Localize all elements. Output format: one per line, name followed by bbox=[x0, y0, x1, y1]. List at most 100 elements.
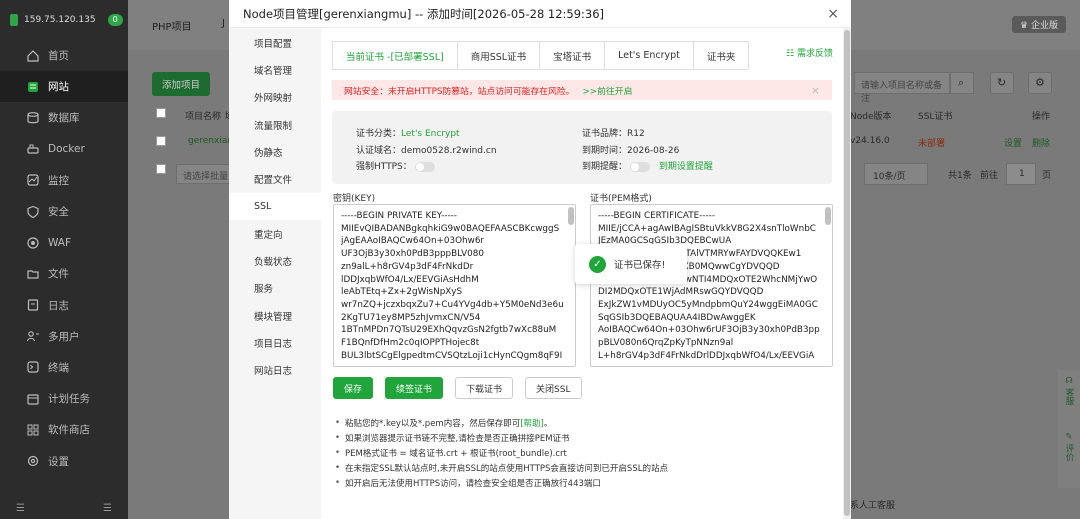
add-project-button[interactable]: 添加项目 bbox=[152, 72, 211, 96]
gear-icon: ⚙ bbox=[1035, 76, 1045, 89]
tip-item: 如开启后无法使用HTTPS访问，请检查安全组是否正确放行443端口 bbox=[335, 475, 668, 490]
modal-scrollbar[interactable] bbox=[843, 28, 851, 519]
alert-close-icon[interactable]: × bbox=[811, 84, 820, 97]
server-ip: 159.75.120.135 bbox=[24, 15, 96, 25]
users-icon bbox=[26, 329, 40, 343]
batch-checkbox[interactable] bbox=[156, 164, 166, 174]
search-button[interactable]: ⌕ bbox=[950, 72, 974, 94]
toast-text: 证书已保存! bbox=[614, 260, 666, 271]
code-line: DI2MDQxOTE1WjAdMRswGQYDVQQD bbox=[598, 287, 764, 298]
renew-cert-button[interactable]: 续签证书 bbox=[385, 377, 444, 399]
code-line: F1BQnfDfHm2c0qIOPPTHojec8t bbox=[341, 338, 480, 349]
sidebar-item-11[interactable]: 计划任务 bbox=[0, 383, 128, 414]
download-cert-button[interactable]: 下载证书 bbox=[455, 377, 514, 399]
pem-scrollbar[interactable] bbox=[825, 207, 831, 225]
modal-menu-item[interactable]: 服务 bbox=[229, 275, 321, 302]
sidebar-item-1[interactable]: 网站 bbox=[0, 71, 128, 103]
cert-domain-label: 认证域名： bbox=[356, 146, 402, 156]
message-badge[interactable]: 0 bbox=[107, 14, 123, 26]
tab-java[interactable]: J bbox=[222, 18, 225, 29]
row-checkbox[interactable] bbox=[156, 136, 166, 146]
headset-icon: ☊ bbox=[1065, 376, 1073, 386]
modal-menu-item[interactable]: 外网映射 bbox=[229, 84, 321, 111]
modal-menu-item[interactable]: 配置文件 bbox=[229, 165, 321, 192]
scroll-thumb[interactable] bbox=[844, 30, 850, 516]
ssl-tab[interactable]: 商用SSL证书 bbox=[456, 41, 541, 69]
home-icon bbox=[26, 49, 40, 63]
tab-php[interactable]: PHP项目 bbox=[152, 18, 192, 33]
alert-enable-link[interactable]: >>前往开启 bbox=[582, 84, 632, 97]
cert-expire-value: 2026-08-26 bbox=[627, 146, 680, 156]
ssl-tab[interactable]: Let's Encrypt bbox=[604, 41, 694, 69]
row-settings-link[interactable]: 设置 bbox=[1004, 136, 1022, 149]
page-size-select[interactable]: 10条/页 bbox=[864, 163, 928, 185]
enterprise-badge[interactable]: ♛ 企业版 bbox=[1012, 16, 1066, 33]
sidebar-item-3[interactable]: Docker bbox=[0, 134, 128, 165]
code-line: lDDJxqbWfO4/Lx/EEVGiAsHdhM bbox=[341, 274, 479, 285]
code-line: pBLV080n6QrqZpKyTpNNzn9al bbox=[598, 338, 734, 349]
col-node: Node版本 bbox=[850, 112, 892, 122]
modal-menu-item[interactable]: 网站日志 bbox=[229, 357, 321, 384]
ssl-tab[interactable]: 证书夹 bbox=[692, 41, 750, 69]
review-button[interactable]: ✎ 评价 bbox=[1058, 428, 1080, 488]
sidebar-item-0[interactable]: 首页 bbox=[0, 40, 128, 71]
tip-text: 在未指定SSL默认站点时,未开启SSL的站点使用HTTPS会直接访问到已开启SS… bbox=[345, 463, 668, 474]
folder-icon bbox=[26, 267, 40, 281]
modal-menu-item[interactable]: 重定向 bbox=[229, 220, 321, 247]
modal-menu-item[interactable]: 负载状态 bbox=[229, 247, 321, 274]
modal-menu-item[interactable]: 伪静态 bbox=[229, 138, 321, 165]
remind-toggle[interactable] bbox=[630, 161, 651, 172]
sidebar-item-10[interactable]: 终端 bbox=[0, 352, 128, 383]
sidebar-item-12[interactable]: 软件商店 bbox=[0, 414, 128, 445]
customer-service-button[interactable]: ☊ 客服 bbox=[1058, 370, 1080, 430]
search-input[interactable]: 请输入项目名称或备注 bbox=[854, 72, 950, 104]
modal-menu-item[interactable]: 项目配置 bbox=[229, 29, 321, 56]
sidebar-item-2[interactable]: 数据库 bbox=[0, 102, 128, 133]
select-all-checkbox[interactable] bbox=[156, 108, 166, 118]
sidebar-item-label: 网站 bbox=[48, 81, 69, 94]
sidebar-item-5[interactable]: 安全 bbox=[0, 196, 128, 227]
code-line: SqGSIb3DQEBAQUAA4IBDwAwggEK bbox=[598, 312, 756, 323]
sidebar-item-4[interactable]: 监控 bbox=[0, 165, 128, 196]
sidebar-item-9[interactable]: 多用户 bbox=[0, 321, 128, 352]
ssl-panel: 当前证书 -[已部署SSL] 商用SSL证书 宝塔证书 Let's Encrypt 证书… bbox=[321, 28, 843, 519]
sidebar-item-7[interactable]: 文件 bbox=[0, 258, 128, 289]
sidebar: 159.75.120.135 0 首页网站数据库 Docker 监控 安全 WAF 文件日… bbox=[0, 0, 128, 519]
modal-menu-item[interactable]: 流量限制 bbox=[229, 111, 321, 138]
pem-textarea[interactable]: -----BEGIN CERTIFICATE----- MIIE/jCCA+agA… bbox=[590, 204, 833, 367]
help-link[interactable]: [帮助] bbox=[520, 417, 544, 429]
remind-settings-link[interactable]: 到期设置提醒 bbox=[659, 162, 713, 172]
batch-select[interactable]: 请选择批量 bbox=[176, 164, 230, 184]
sidebar-item-label: 数据库 bbox=[48, 112, 80, 125]
collapse-icon[interactable]: ☰ bbox=[16, 503, 25, 514]
menu-icon[interactable]: ☰ bbox=[103, 503, 112, 514]
row-ssl-status[interactable]: 未部署 bbox=[918, 136, 945, 149]
code-line: AoIBAQCw64On+03Ohw6rUF3OjB3y30xh0PdB3pp bbox=[598, 325, 820, 336]
modal-menu: 项目配置 域名管理 外网映射 流量限制 伪静态 配置文件 SSL 重定向 负载状态 服务 模块管理项… bbox=[229, 28, 321, 519]
modal-menu-item[interactable]: SSL bbox=[229, 192, 321, 221]
settings-button[interactable]: ⚙ bbox=[1028, 72, 1052, 94]
tip-item: 粘贴您的*.key以及*.pem内容，然后保存即可[帮助]。 bbox=[335, 415, 668, 430]
modal-menu-item[interactable]: 项目日志 bbox=[229, 329, 321, 356]
cert-domain: 认证域名：demo0528.r2wind.cn bbox=[356, 143, 497, 156]
ssl-tab[interactable]: 当前证书 -[已部署SSL] bbox=[332, 41, 458, 69]
ssl-tab[interactable]: 宝塔证书 bbox=[539, 41, 606, 69]
code-line: zn9alL+h8rGV4p3dF4FrNkdDr bbox=[341, 261, 474, 272]
key-scrollbar[interactable] bbox=[568, 207, 574, 225]
force-https-toggle[interactable] bbox=[414, 161, 435, 172]
key-textarea[interactable]: -----BEGIN PRIVATE KEY----- MIIEvQIBADANB… bbox=[333, 204, 576, 367]
close-ssl-button[interactable]: 关闭SSL bbox=[525, 377, 582, 399]
sidebar-item-6[interactable]: WAF bbox=[0, 227, 128, 258]
sidebar-item-13[interactable]: 设置 bbox=[0, 445, 128, 476]
feedback-link[interactable]: ☷ 需求反馈 bbox=[786, 46, 833, 59]
close-icon[interactable]: × bbox=[827, 6, 839, 22]
sidebar-item-8[interactable]: 日志 bbox=[0, 290, 128, 321]
page-input[interactable]: 1 bbox=[1006, 163, 1036, 185]
modal-menu-item[interactable]: 模块管理 bbox=[229, 302, 321, 329]
support-text: 系人工客服 bbox=[850, 501, 896, 511]
code-line: 1BTnMPDn7QTsU29EXhQqvzGsN2fgtb7wXc88uM bbox=[341, 325, 557, 336]
modal-menu-item[interactable]: 域名管理 bbox=[229, 56, 321, 83]
row-delete-link[interactable]: 删除 bbox=[1032, 136, 1050, 149]
refresh-button[interactable]: ↻ bbox=[990, 72, 1014, 94]
save-button[interactable]: 保存 bbox=[333, 377, 374, 399]
